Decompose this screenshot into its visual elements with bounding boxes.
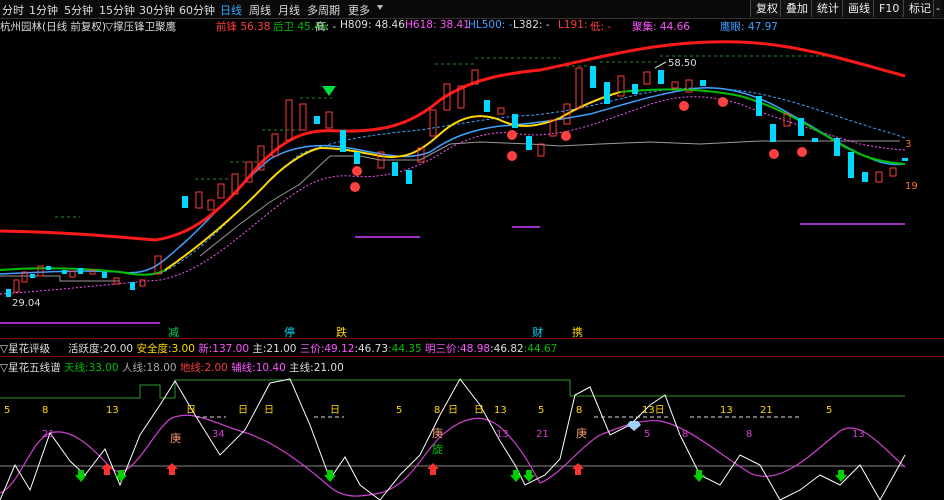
legend-gao: 高: - bbox=[315, 21, 337, 33]
hl500-line bbox=[0, 87, 906, 275]
diamond-icon bbox=[627, 421, 641, 431]
geng-mark: 庚 bbox=[576, 426, 587, 440]
tf-5min[interactable]: 5分钟 bbox=[64, 2, 93, 18]
legend-h618: H618: 38.41 bbox=[405, 19, 470, 31]
timeframe-toolbar: 分时 1分钟 5分钟 15分钟 30分钟 60分钟 日线 周线 月线 多周期 更… bbox=[0, 0, 944, 19]
fib-number: 13 bbox=[720, 405, 733, 416]
legend-l382: L382: - bbox=[513, 19, 550, 31]
main-legend: 杭州园林(日线 前复权) ▽撑压锋卫聚鹰 前锋 56.38 后卫 45.46 高… bbox=[0, 19, 944, 33]
f10-button[interactable]: F10 bbox=[873, 0, 905, 17]
minimize-button[interactable]: - bbox=[933, 0, 942, 17]
tianxian-line bbox=[0, 379, 905, 399]
staff-values: 天线:33.00 人线:18.00 地线:2.00 辅线:10.40 主线:21… bbox=[64, 362, 344, 374]
fib-number: 13 bbox=[106, 405, 119, 416]
tf-weekly[interactable]: 周线 bbox=[249, 2, 271, 18]
sell-triangle-icon bbox=[322, 86, 336, 96]
fib-number: 5 bbox=[538, 405, 544, 416]
fib-number: 5 bbox=[396, 405, 402, 416]
sell-arrow-icons bbox=[75, 470, 847, 482]
signal-ting: 停 bbox=[284, 325, 295, 339]
tf-multi[interactable]: 多周期 bbox=[307, 2, 340, 18]
day-mark: 日 bbox=[330, 405, 340, 416]
rating-values: 活跃度:20.00 安全度:3.00 新:137.00 主:21.00 三价:4… bbox=[68, 343, 558, 355]
signal-cai: 财 bbox=[532, 325, 543, 339]
panel-divider bbox=[0, 338, 944, 339]
high-price-label: 58.50 bbox=[668, 58, 697, 69]
fib-number: 5 bbox=[826, 405, 832, 416]
fib-number: 8 bbox=[576, 405, 582, 416]
fib-number: 13 bbox=[852, 429, 865, 440]
fib-number: 13 bbox=[494, 405, 507, 416]
fib-number: 21 bbox=[536, 429, 549, 440]
legend-h809: H809: 48.46 bbox=[340, 19, 405, 31]
day-mark: 日 bbox=[186, 405, 196, 416]
fuxian-line bbox=[0, 414, 906, 497]
signal-xie: 携 bbox=[572, 325, 583, 339]
legend-qianfeng: 前锋 56.38 bbox=[216, 21, 271, 33]
staff-chart[interactable]: 5 8 13 21 34 5 8 13 5 8 13 21 5 8 13 21 … bbox=[0, 375, 944, 500]
stock-title: 杭州园林(日线 前复权) bbox=[0, 21, 107, 33]
day-mark: 日 bbox=[238, 405, 248, 416]
staff-panel-header: ▽星花五线谱 bbox=[0, 360, 61, 375]
fuquan-button[interactable]: 复权 bbox=[750, 0, 783, 17]
fib-number: 8 bbox=[42, 405, 48, 416]
fib-number: 5 bbox=[644, 429, 650, 440]
fib-number: 8 bbox=[682, 429, 688, 440]
fib-number: 21 bbox=[42, 429, 55, 440]
day-mark: 日 bbox=[448, 405, 458, 416]
legend-di: 低: - bbox=[590, 21, 612, 33]
tf-monthly[interactable]: 月线 bbox=[278, 2, 300, 18]
geng-mark: 庚 bbox=[432, 426, 443, 440]
signal-markers bbox=[350, 97, 807, 192]
tf-more[interactable]: 更多 bbox=[348, 2, 370, 18]
legend-hl500: HL500: - bbox=[468, 19, 513, 31]
tf-1min[interactable]: 1分钟 bbox=[29, 2, 58, 18]
tf-60min[interactable]: 60分钟 bbox=[179, 2, 215, 18]
more-dropdown-icon[interactable] bbox=[377, 5, 383, 10]
fib-number: 34 bbox=[212, 429, 225, 440]
tf-30min[interactable]: 30分钟 bbox=[139, 2, 175, 18]
panel-divider bbox=[0, 356, 944, 357]
day-mark: 13日 bbox=[642, 405, 665, 416]
h618-line bbox=[0, 96, 906, 295]
legend-yingyan: 鹰眼: 47.97 bbox=[720, 21, 778, 33]
day-mark: 日 bbox=[474, 405, 484, 416]
xuan-mark: 旋 bbox=[432, 442, 443, 456]
rating-panel-title[interactable]: ▽星花评级 bbox=[0, 343, 50, 355]
indicator-name[interactable]: ▽撑压锋卫聚鹰 bbox=[105, 19, 176, 34]
tongji-button[interactable]: 统计 bbox=[811, 0, 844, 17]
signal-die: 跌 bbox=[336, 325, 347, 339]
fib-number: 21 bbox=[760, 405, 773, 416]
fib-number: 13 bbox=[496, 429, 509, 440]
tf-daily[interactable]: 日线 bbox=[220, 2, 242, 18]
tf-15min[interactable]: 15分钟 bbox=[99, 2, 135, 18]
rating-panel-header: ▽星花评级 bbox=[0, 341, 50, 356]
fib-number: 5 bbox=[4, 405, 10, 416]
day-mark: 日 bbox=[264, 405, 274, 416]
geng-mark: 庚 bbox=[170, 431, 181, 445]
right-label-19: 19 bbox=[905, 181, 918, 192]
gray-stair-line bbox=[0, 140, 900, 282]
low-price-label: 29.04 bbox=[12, 298, 41, 309]
legend-juji: 聚集: 44.66 bbox=[632, 21, 690, 33]
trend-line bbox=[164, 147, 321, 271]
fib-number: 8 bbox=[434, 405, 440, 416]
main-candlestick-chart[interactable]: 58.50 29.04 3 19 减 停 跌 财 携 bbox=[0, 34, 944, 340]
buy-arrow-icons bbox=[101, 463, 584, 475]
diejia-button[interactable]: 叠加 bbox=[780, 0, 813, 17]
huaxian-button[interactable]: 画线 bbox=[842, 0, 875, 17]
fib-number: 8 bbox=[746, 429, 752, 440]
zhuxian-line bbox=[0, 378, 906, 500]
biaoji-button[interactable]: 标记 bbox=[903, 0, 936, 17]
staff-panel-title[interactable]: ▽星花五线谱 bbox=[0, 362, 61, 374]
tf-fenshi[interactable]: 分时 bbox=[2, 2, 24, 18]
resistance-dashed bbox=[55, 55, 840, 218]
right-label-3: 3 bbox=[905, 139, 911, 150]
candlesticks bbox=[6, 66, 908, 297]
trend-line bbox=[319, 91, 621, 158]
